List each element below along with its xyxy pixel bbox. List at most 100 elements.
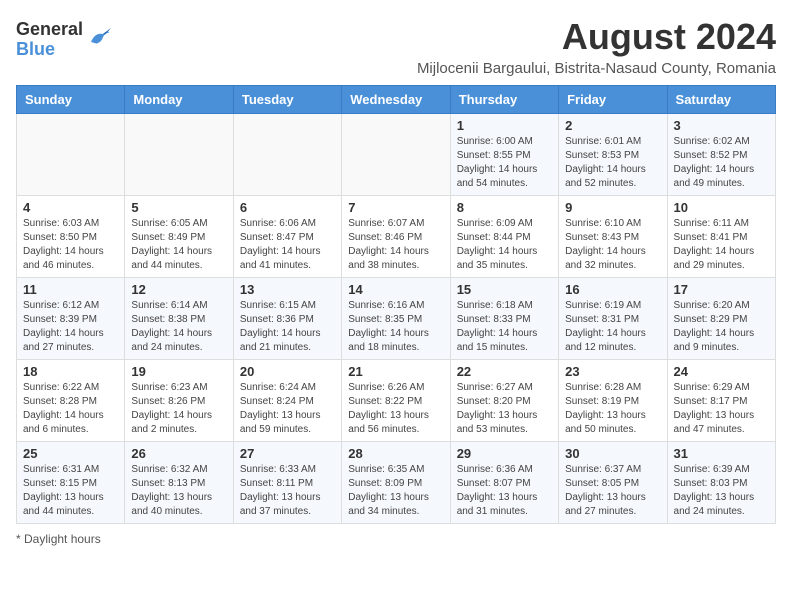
calendar-cell: 17 Sunrise: 6:20 AM Sunset: 8:29 PM Dayli… [667,278,775,360]
day-info: Sunrise: 6:16 AM Sunset: 8:35 PM Dayligh… [348,299,443,355]
day-number: 25 [23,446,118,461]
day-info: Sunrise: 6:20 AM Sunset: 8:29 PM Dayligh… [674,299,769,355]
calendar-cell: 6Sunrise: 6:06 AM Sunset: 8:47 PM Daylig… [233,196,341,278]
day-info: Sunrise: 6:02 AM Sunset: 8:52 PM Dayligh… [674,135,769,191]
day-info: Sunrise: 6:24 AM Sunset: 8:24 PM Dayligh… [240,381,335,437]
day-number: 26 [131,446,226,461]
day-info: Sunrise: 6:29 AM Sunset: 8:17 PM Dayligh… [674,381,769,437]
column-header-tuesday: Tuesday [233,86,341,114]
calendar-week-2: 4Sunrise: 6:03 AM Sunset: 8:50 PM Daylig… [17,196,776,278]
logo-line1: General [16,20,83,40]
day-info: Sunrise: 6:19 AM Sunset: 8:31 PM Dayligh… [565,299,660,355]
day-number: 5 [131,200,226,215]
day-number: 23 [565,364,660,379]
day-number: 7 [348,200,443,215]
day-number: 12 [131,282,226,297]
day-info: Sunrise: 6:35 AM Sunset: 8:09 PM Dayligh… [348,463,443,519]
calendar-cell: 2 Sunrise: 6:01 AM Sunset: 8:53 PM Daylig… [559,114,667,196]
day-info: Sunrise: 6:39 AM Sunset: 8:03 PM Dayligh… [674,463,769,519]
calendar-cell: 10 Sunrise: 6:11 AM Sunset: 8:41 PM Dayli… [667,196,775,278]
calendar-cell: 15 Sunrise: 6:18 AM Sunset: 8:33 PM Dayli… [450,278,558,360]
calendar-cell: 13Sunrise: 6:15 AM Sunset: 8:36 PM Dayli… [233,278,341,360]
day-number: 2 [565,118,660,133]
calendar-cell: 23 Sunrise: 6:28 AM Sunset: 8:19 PM Dayli… [559,360,667,442]
page-header: General Blue August 2024 Mijlocenii Barg… [16,16,776,77]
day-info: Sunrise: 6:28 AM Sunset: 8:19 PM Dayligh… [565,381,660,437]
day-info: Sunrise: 6:01 AM Sunset: 8:53 PM Dayligh… [565,135,660,191]
calendar-cell: 14 Sunrise: 6:16 AM Sunset: 8:35 PM Dayli… [342,278,450,360]
day-number: 9 [565,200,660,215]
day-number: 30 [565,446,660,461]
day-number: 27 [240,446,335,461]
day-number: 16 [565,282,660,297]
day-number: 15 [457,282,552,297]
day-info: Sunrise: 6:06 AM Sunset: 8:47 PM Dayligh… [240,217,335,273]
day-number: 28 [348,446,443,461]
logo-line2: Blue [16,40,83,60]
calendar-cell: 16 Sunrise: 6:19 AM Sunset: 8:31 PM Dayli… [559,278,667,360]
day-number: 8 [457,200,552,215]
day-info: Sunrise: 6:12 AM Sunset: 8:39 PM Dayligh… [23,299,118,355]
calendar-cell: 28 Sunrise: 6:35 AM Sunset: 8:09 PM Dayli… [342,442,450,524]
day-info: Sunrise: 6:05 AM Sunset: 8:49 PM Dayligh… [131,217,226,273]
column-header-saturday: Saturday [667,86,775,114]
day-info: Sunrise: 6:36 AM Sunset: 8:07 PM Dayligh… [457,463,552,519]
day-info: Sunrise: 6:27 AM Sunset: 8:20 PM Dayligh… [457,381,552,437]
calendar-cell: 19Sunrise: 6:23 AM Sunset: 8:26 PM Dayli… [125,360,233,442]
calendar-cell: 8Sunrise: 6:09 AM Sunset: 8:44 PM Daylig… [450,196,558,278]
day-number: 10 [674,200,769,215]
day-info: Sunrise: 6:31 AM Sunset: 8:15 PM Dayligh… [23,463,118,519]
day-number: 14 [348,282,443,297]
logo-text: General Blue [16,20,83,60]
calendar-header-row: SundayMondayTuesdayWednesdayThursdayFrid… [17,86,776,114]
calendar-cell: 5 Sunrise: 6:05 AM Sunset: 8:49 PM Daylig… [125,196,233,278]
day-number: 24 [674,364,769,379]
calendar-cell: 12 Sunrise: 6:14 AM Sunset: 8:38 PM Dayli… [125,278,233,360]
calendar-cell: 7 Sunrise: 6:07 AM Sunset: 8:46 PM Daylig… [342,196,450,278]
calendar-cell: 18Sunrise: 6:22 AM Sunset: 8:28 PM Dayli… [17,360,125,442]
calendar-cell: 11 Sunrise: 6:12 AM Sunset: 8:39 PM Dayli… [17,278,125,360]
day-info: Sunrise: 6:07 AM Sunset: 8:46 PM Dayligh… [348,217,443,273]
day-info: Sunrise: 6:03 AM Sunset: 8:50 PM Dayligh… [23,217,118,273]
day-info: Sunrise: 6:11 AM Sunset: 8:41 PM Dayligh… [674,217,769,273]
day-info: Sunrise: 6:32 AM Sunset: 8:13 PM Dayligh… [131,463,226,519]
calendar-week-1: 1Sunrise: 6:00 AM Sunset: 8:55 PM Daylig… [17,114,776,196]
day-number: 17 [674,282,769,297]
day-number: 22 [457,364,552,379]
calendar-cell: 30 Sunrise: 6:37 AM Sunset: 8:05 PM Dayli… [559,442,667,524]
day-info: Sunrise: 6:18 AM Sunset: 8:33 PM Dayligh… [457,299,552,355]
calendar-table: SundayMondayTuesdayWednesdayThursdayFrid… [16,85,776,524]
calendar-cell: 24 Sunrise: 6:29 AM Sunset: 8:17 PM Dayli… [667,360,775,442]
day-info: Sunrise: 6:37 AM Sunset: 8:05 PM Dayligh… [565,463,660,519]
day-info: Sunrise: 6:14 AM Sunset: 8:38 PM Dayligh… [131,299,226,355]
calendar-cell: 9 Sunrise: 6:10 AM Sunset: 8:43 PM Daylig… [559,196,667,278]
column-header-monday: Monday [125,86,233,114]
calendar-cell: 21Sunrise: 6:26 AM Sunset: 8:22 PM Dayli… [342,360,450,442]
calendar-week-3: 11 Sunrise: 6:12 AM Sunset: 8:39 PM Dayli… [17,278,776,360]
calendar-cell: 3 Sunrise: 6:02 AM Sunset: 8:52 PM Daylig… [667,114,775,196]
column-header-thursday: Thursday [450,86,558,114]
calendar-cell [125,114,233,196]
calendar-cell: 4Sunrise: 6:03 AM Sunset: 8:50 PM Daylig… [17,196,125,278]
calendar-cell [17,114,125,196]
calendar-cell: 31Sunrise: 6:39 AM Sunset: 8:03 PM Dayli… [667,442,775,524]
main-title: August 2024 [417,16,776,58]
day-info: Sunrise: 6:00 AM Sunset: 8:55 PM Dayligh… [457,135,552,191]
day-number: 3 [674,118,769,133]
title-section: August 2024 Mijlocenii Bargaului, Bistri… [417,16,776,77]
day-number: 20 [240,364,335,379]
day-number: 21 [348,364,443,379]
day-info: Sunrise: 6:10 AM Sunset: 8:43 PM Dayligh… [565,217,660,273]
day-info: Sunrise: 6:23 AM Sunset: 8:26 PM Dayligh… [131,381,226,437]
calendar-cell: 27 Sunrise: 6:33 AM Sunset: 8:11 PM Dayli… [233,442,341,524]
calendar-cell: 22 Sunrise: 6:27 AM Sunset: 8:20 PM Dayli… [450,360,558,442]
subtitle: Mijlocenii Bargaului, Bistrita-Nasaud Co… [417,60,776,77]
calendar-cell: 1Sunrise: 6:00 AM Sunset: 8:55 PM Daylig… [450,114,558,196]
day-number: 11 [23,282,118,297]
day-info: Sunrise: 6:33 AM Sunset: 8:11 PM Dayligh… [240,463,335,519]
calendar-cell: 29Sunrise: 6:36 AM Sunset: 8:07 PM Dayli… [450,442,558,524]
calendar-cell: 26 Sunrise: 6:32 AM Sunset: 8:13 PM Dayli… [125,442,233,524]
calendar-cell [342,114,450,196]
day-number: 13 [240,282,335,297]
day-info: Sunrise: 6:22 AM Sunset: 8:28 PM Dayligh… [23,381,118,437]
